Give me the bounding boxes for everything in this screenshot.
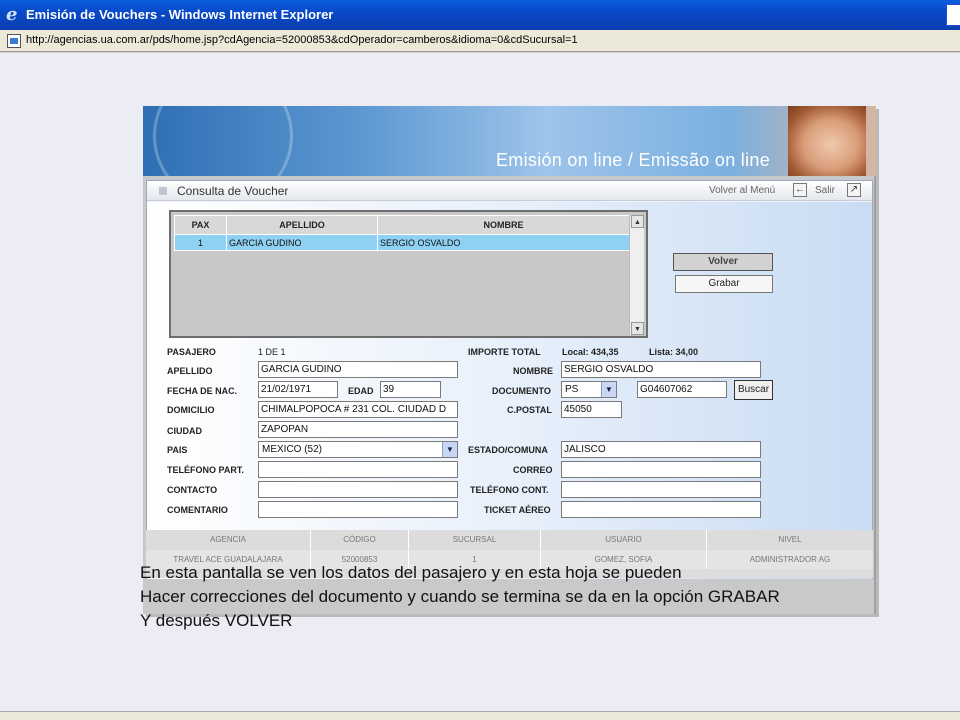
panel-title: Consulta de Voucher (177, 184, 289, 198)
volver-menu-link[interactable]: Volver al Menú (709, 185, 775, 196)
pais-select[interactable]: MEXICO (52) ▼ (258, 441, 458, 458)
info-header-sucursal: SUCURSAL (409, 530, 541, 549)
grid-cell-apellido[interactable]: GARCIA GUDINO (226, 234, 378, 251)
table-row[interactable]: 1 GARCIA GUDINO SERGIO OSVALDO (174, 234, 630, 251)
scroll-up-icon[interactable]: ▲ (631, 215, 644, 228)
voucher-panel: Consulta de Voucher Volver al Menú ← Sal… (146, 180, 873, 579)
grid-header-pax: PAX (174, 215, 227, 235)
importe-local: Local: 434,35 (562, 347, 619, 357)
volver-button[interactable]: Volver (673, 253, 773, 271)
edad-field[interactable]: 39 (380, 381, 441, 398)
documento-label: DOCUMENTO (492, 386, 551, 396)
domicilio-label: DOMICILIO (167, 405, 215, 415)
panel-header: Consulta de Voucher Volver al Menú ← Sal… (147, 181, 872, 201)
documento-numero-field[interactable]: G04607062 (637, 381, 727, 398)
apellido-label: APELLIDO (167, 366, 213, 376)
banner-photo (788, 106, 866, 176)
panel-body: PAX APELLIDO NOMBRE 1 GARCIA GUDINO SERG… (147, 202, 872, 579)
pasajero-label: PASAJERO (167, 347, 216, 357)
apellido-field[interactable]: GARCIA GUDINO (258, 361, 458, 378)
window-close-button[interactable] (946, 4, 960, 26)
info-header-nivel: NIVEL (778, 535, 802, 544)
voucher-app: Emisión on line / Emissão on line Consul… (143, 106, 876, 614)
exit-arrow-icon[interactable]: ↗ (847, 183, 861, 197)
nombre-label: NOMBRE (513, 366, 553, 376)
cpostal-field[interactable]: 45050 (561, 401, 622, 418)
window-title-bar: e Emisión de Vouchers - Windows Internet… (0, 0, 960, 30)
telefono-part-label: TELÉFONO PART. (167, 465, 244, 475)
banner-title: Emisión on line / Emissão on line (496, 150, 771, 170)
chevron-down-icon[interactable]: ▼ (601, 382, 616, 397)
scroll-down-icon[interactable]: ▼ (631, 322, 644, 335)
importe-label: IMPORTE TOTAL (468, 347, 541, 357)
banner: Emisión on line / Emissão on line (143, 106, 876, 176)
nombre-field[interactable]: SERGIO OSVALDO (561, 361, 761, 378)
status-bar (0, 711, 960, 720)
ticket-aereo-field[interactable] (561, 501, 761, 518)
contacto-field[interactable] (258, 481, 458, 498)
ticket-aereo-label: TICKET AÉREO (484, 505, 551, 515)
passenger-grid: PAX APELLIDO NOMBRE 1 GARCIA GUDINO SERG… (169, 210, 648, 338)
grid-scrollbar[interactable]: ▲ ▼ (629, 215, 644, 335)
pais-label: PAIS (167, 445, 188, 455)
ie-icon: e (6, 4, 18, 25)
chevron-down-icon[interactable]: ▼ (442, 442, 457, 457)
fecha-nac-label: FECHA DE NAC. (167, 386, 238, 396)
fecha-nac-field[interactable]: 21/02/1971 (258, 381, 338, 398)
agency-info-header: AGENCIA CÓDIGO SUCURSAL USUARIO NIVEL (146, 530, 873, 549)
buscar-button[interactable]: Buscar (734, 380, 773, 400)
grabar-button[interactable]: Grabar (675, 275, 773, 293)
telefono-cont-label: TELÉFONO CONT. (470, 485, 549, 495)
comentario-label: COMENTARIO (167, 505, 228, 515)
passenger-table: PAX APELLIDO NOMBRE 1 GARCIA GUDINO SERG… (174, 215, 630, 251)
importe-lista: Lista: 34,00 (649, 347, 699, 357)
cpostal-label: C.POSTAL (507, 405, 552, 415)
panel-bullet-icon (159, 187, 167, 195)
info-header-codigo: CÓDIGO (311, 530, 409, 549)
comentario-field[interactable] (258, 501, 458, 518)
globe-graphic (153, 106, 293, 176)
telefono-part-field[interactable] (258, 461, 458, 478)
telefono-cont-field[interactable] (561, 481, 761, 498)
caption-line-2: Hacer correcciones del documento y cuand… (140, 587, 780, 606)
address-bar[interactable]: http://agencias.ua.com.ar/pds/home.jsp?c… (0, 30, 960, 52)
instruction-caption: En esta pantalla se ven los datos del pa… (140, 561, 780, 633)
grid-cell-pax[interactable]: 1 (174, 234, 227, 251)
caption-line-1: En esta pantalla se ven los datos del pa… (140, 563, 682, 582)
caption-line-3: Y después VOLVER (140, 611, 293, 630)
grid-header-apellido: APELLIDO (226, 215, 378, 235)
estado-label: ESTADO/COMUNA (468, 445, 548, 455)
pais-value: MEXICO (52) (262, 444, 323, 455)
back-arrow-icon[interactable]: ← (793, 183, 807, 197)
salir-link[interactable]: Salir (815, 185, 835, 196)
edad-label: EDAD (348, 386, 374, 396)
page-icon (7, 34, 21, 48)
info-header-usuario: USUARIO (541, 530, 707, 549)
ciudad-label: CIUDAD (167, 426, 202, 436)
estado-field[interactable]: JALISCO (561, 441, 761, 458)
url-text[interactable]: http://agencias.ua.com.ar/pds/home.jsp?c… (26, 34, 578, 46)
grid-cell-nombre[interactable]: SERGIO OSVALDO (377, 234, 630, 251)
domicilio-field[interactable]: CHIMALPOPOCA # 231 COL. CIUDAD D (258, 401, 458, 418)
contacto-label: CONTACTO (167, 485, 218, 495)
window-title: Emisión de Vouchers - Windows Internet E… (26, 7, 334, 22)
correo-label: CORREO (513, 465, 553, 475)
documento-tipo-select[interactable]: PS ▼ (561, 381, 617, 398)
correo-field[interactable] (561, 461, 761, 478)
documento-tipo-value: PS (565, 384, 579, 395)
grid-header-nombre: NOMBRE (377, 215, 630, 235)
ciudad-field[interactable]: ZAPOPAN (258, 421, 458, 438)
pasajero-value: 1 DE 1 (258, 347, 286, 357)
info-header-agencia: AGENCIA (146, 530, 311, 549)
